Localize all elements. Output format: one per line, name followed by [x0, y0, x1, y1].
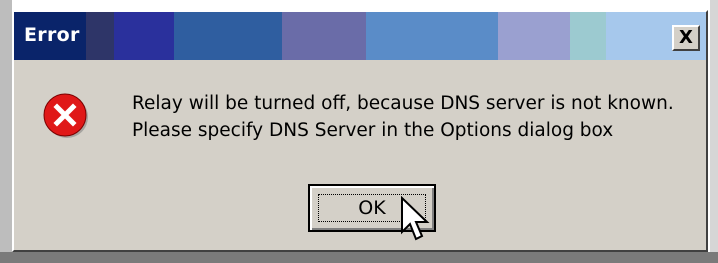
mouse-cursor-icon [401, 196, 430, 241]
message-line: Relay will be turned off, because DNS se… [132, 93, 674, 114]
title-bar-segment [86, 12, 114, 60]
title-bar-segment [498, 12, 570, 60]
background-window-bottom [0, 252, 718, 263]
error-message: Relay will be turned off, because DNS se… [132, 90, 674, 144]
background-window-left [0, 0, 12, 263]
error-dialog: Error X Relay will be turned off, becaus… [12, 10, 708, 252]
title-bar[interactable]: Error X [14, 12, 706, 60]
title-bar-segment [282, 12, 366, 60]
ok-button-label: OK [358, 197, 386, 219]
error-icon [43, 93, 88, 138]
close-button[interactable]: X [672, 25, 700, 51]
dialog-title: Error [24, 24, 80, 46]
title-bar-segment [570, 12, 606, 60]
close-icon: X [679, 27, 693, 48]
message-line: Please specify DNS Server in the Options… [132, 120, 614, 141]
background-window-right [710, 0, 718, 263]
title-bar-segment [366, 12, 498, 60]
title-bar-segment [174, 12, 282, 60]
screen: Error X Relay will be turned off, becaus… [0, 0, 718, 263]
title-bar-segment [114, 12, 174, 60]
